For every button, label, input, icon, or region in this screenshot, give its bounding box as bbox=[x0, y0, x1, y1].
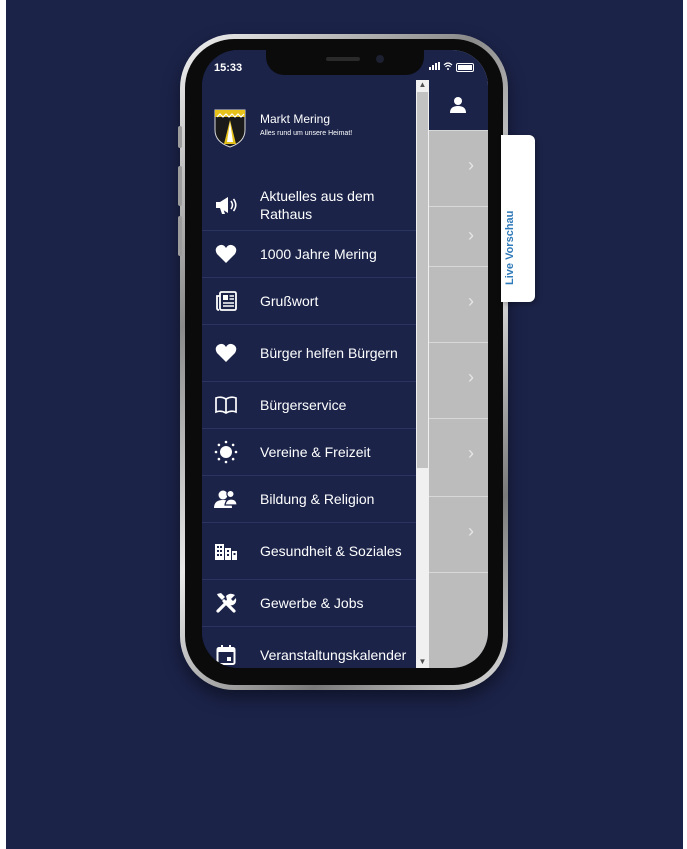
live-preview-label: Live Vorschau bbox=[504, 210, 516, 285]
menu-item-1000-jahre[interactable]: 1000 Jahre Mering bbox=[202, 231, 416, 278]
menu-item-label: Gesundheit & Soziales bbox=[260, 543, 402, 559]
status-time: 15:33 bbox=[214, 62, 243, 74]
menu-item-gewerbe[interactable]: Gewerbe & Jobs bbox=[202, 580, 416, 627]
brand-tagline: Alles rund um unsere Heimat! bbox=[260, 130, 353, 137]
menu-item-bildung[interactable]: Bildung & Religion bbox=[202, 476, 416, 523]
sun-icon bbox=[214, 440, 238, 464]
phone-notch bbox=[266, 50, 424, 75]
menu-item-label: Bürger helfen Bürgern bbox=[260, 345, 398, 361]
menu-item-label: Gewerbe & Jobs bbox=[260, 595, 364, 611]
speaker-grille bbox=[326, 57, 360, 61]
heart-icon bbox=[214, 341, 238, 365]
coat-of-arms-logo bbox=[214, 109, 246, 148]
chevron-right-icon: › bbox=[468, 225, 474, 245]
menu-item-gesundheit[interactable]: Gesundheit & Soziales bbox=[202, 523, 416, 580]
megaphone-icon bbox=[214, 193, 238, 217]
menu-item-label: Bildung & Religion bbox=[260, 491, 375, 507]
calendar-icon bbox=[214, 643, 238, 667]
volume-up-button bbox=[178, 166, 182, 206]
background-list-row bbox=[429, 572, 488, 668]
mute-switch bbox=[178, 126, 182, 148]
background-list-row[interactable]: › bbox=[429, 266, 488, 343]
background-list-row[interactable]: › bbox=[429, 496, 488, 573]
menu-item-buergerservice[interactable]: Bürgerservice bbox=[202, 382, 416, 429]
scroll-up-arrow-icon[interactable]: ▲ bbox=[416, 80, 429, 89]
user-icon[interactable] bbox=[449, 96, 467, 114]
background-list-row[interactable]: › bbox=[429, 130, 488, 207]
menu-item-label: Aktuelles aus dem Rathaus bbox=[260, 188, 375, 222]
front-camera bbox=[376, 55, 384, 63]
background-list-row[interactable]: › bbox=[429, 206, 488, 267]
chevron-right-icon: › bbox=[468, 291, 474, 311]
menu-item-label: Grußwort bbox=[260, 293, 319, 309]
chevron-right-icon: › bbox=[468, 155, 474, 175]
scroll-down-arrow-icon[interactable]: ▼ bbox=[416, 657, 429, 666]
book-icon bbox=[214, 393, 238, 417]
menu-item-veranstaltungskalender[interactable]: Veranstaltungskalender bbox=[202, 627, 416, 668]
people-icon bbox=[214, 487, 238, 511]
menu-item-aktuelles[interactable]: Aktuelles aus dem Rathaus bbox=[202, 180, 416, 231]
menu-item-buerger-helfen[interactable]: Bürger helfen Bürgern bbox=[202, 325, 416, 382]
drawer-scrollbar[interactable]: ▲ ▼ bbox=[416, 80, 429, 668]
tools-icon bbox=[214, 591, 238, 615]
menu-item-vereine[interactable]: Vereine & Freizeit bbox=[202, 429, 416, 476]
battery-icon bbox=[456, 62, 474, 72]
menu-item-label: Bürgerservice bbox=[260, 397, 347, 413]
wifi-icon bbox=[443, 62, 453, 72]
navigation-drawer: Markt Mering Alles rund um unsere Heimat… bbox=[202, 50, 416, 668]
buildings-icon bbox=[214, 539, 238, 563]
chevron-right-icon: › bbox=[468, 367, 474, 387]
live-preview-tab[interactable]: Live Vorschau bbox=[501, 135, 535, 302]
status-icons bbox=[429, 62, 474, 72]
background-page: › › › › › › bbox=[429, 50, 488, 668]
menu-item-grusswort[interactable]: Grußwort bbox=[202, 278, 416, 325]
chevron-right-icon: › bbox=[468, 443, 474, 463]
signal-icon bbox=[429, 62, 440, 72]
volume-down-button bbox=[178, 216, 182, 256]
newspaper-icon bbox=[214, 289, 238, 313]
brand-name: Markt Mering bbox=[260, 112, 331, 126]
phone-screen: 15:33 › › › › › › Markt Mering Alles run… bbox=[202, 50, 488, 668]
chevron-right-icon: › bbox=[468, 521, 474, 541]
menu-item-label: Veranstaltungskalender bbox=[260, 647, 407, 663]
scroll-thumb[interactable] bbox=[417, 92, 428, 468]
background-list-row[interactable]: › bbox=[429, 342, 488, 419]
menu-item-label: 1000 Jahre Mering bbox=[260, 246, 377, 262]
stage-background: 15:33 › › › › › › Markt Mering Alles run… bbox=[6, 0, 683, 849]
heart-icon bbox=[214, 242, 238, 266]
background-list-row[interactable]: › bbox=[429, 418, 488, 497]
brand-header[interactable]: Markt Mering Alles rund um unsere Heimat… bbox=[214, 108, 414, 150]
menu-list: Aktuelles aus dem Rathaus 1000 Jahre Mer… bbox=[202, 180, 416, 668]
menu-item-label: Vereine & Freizeit bbox=[260, 444, 371, 460]
